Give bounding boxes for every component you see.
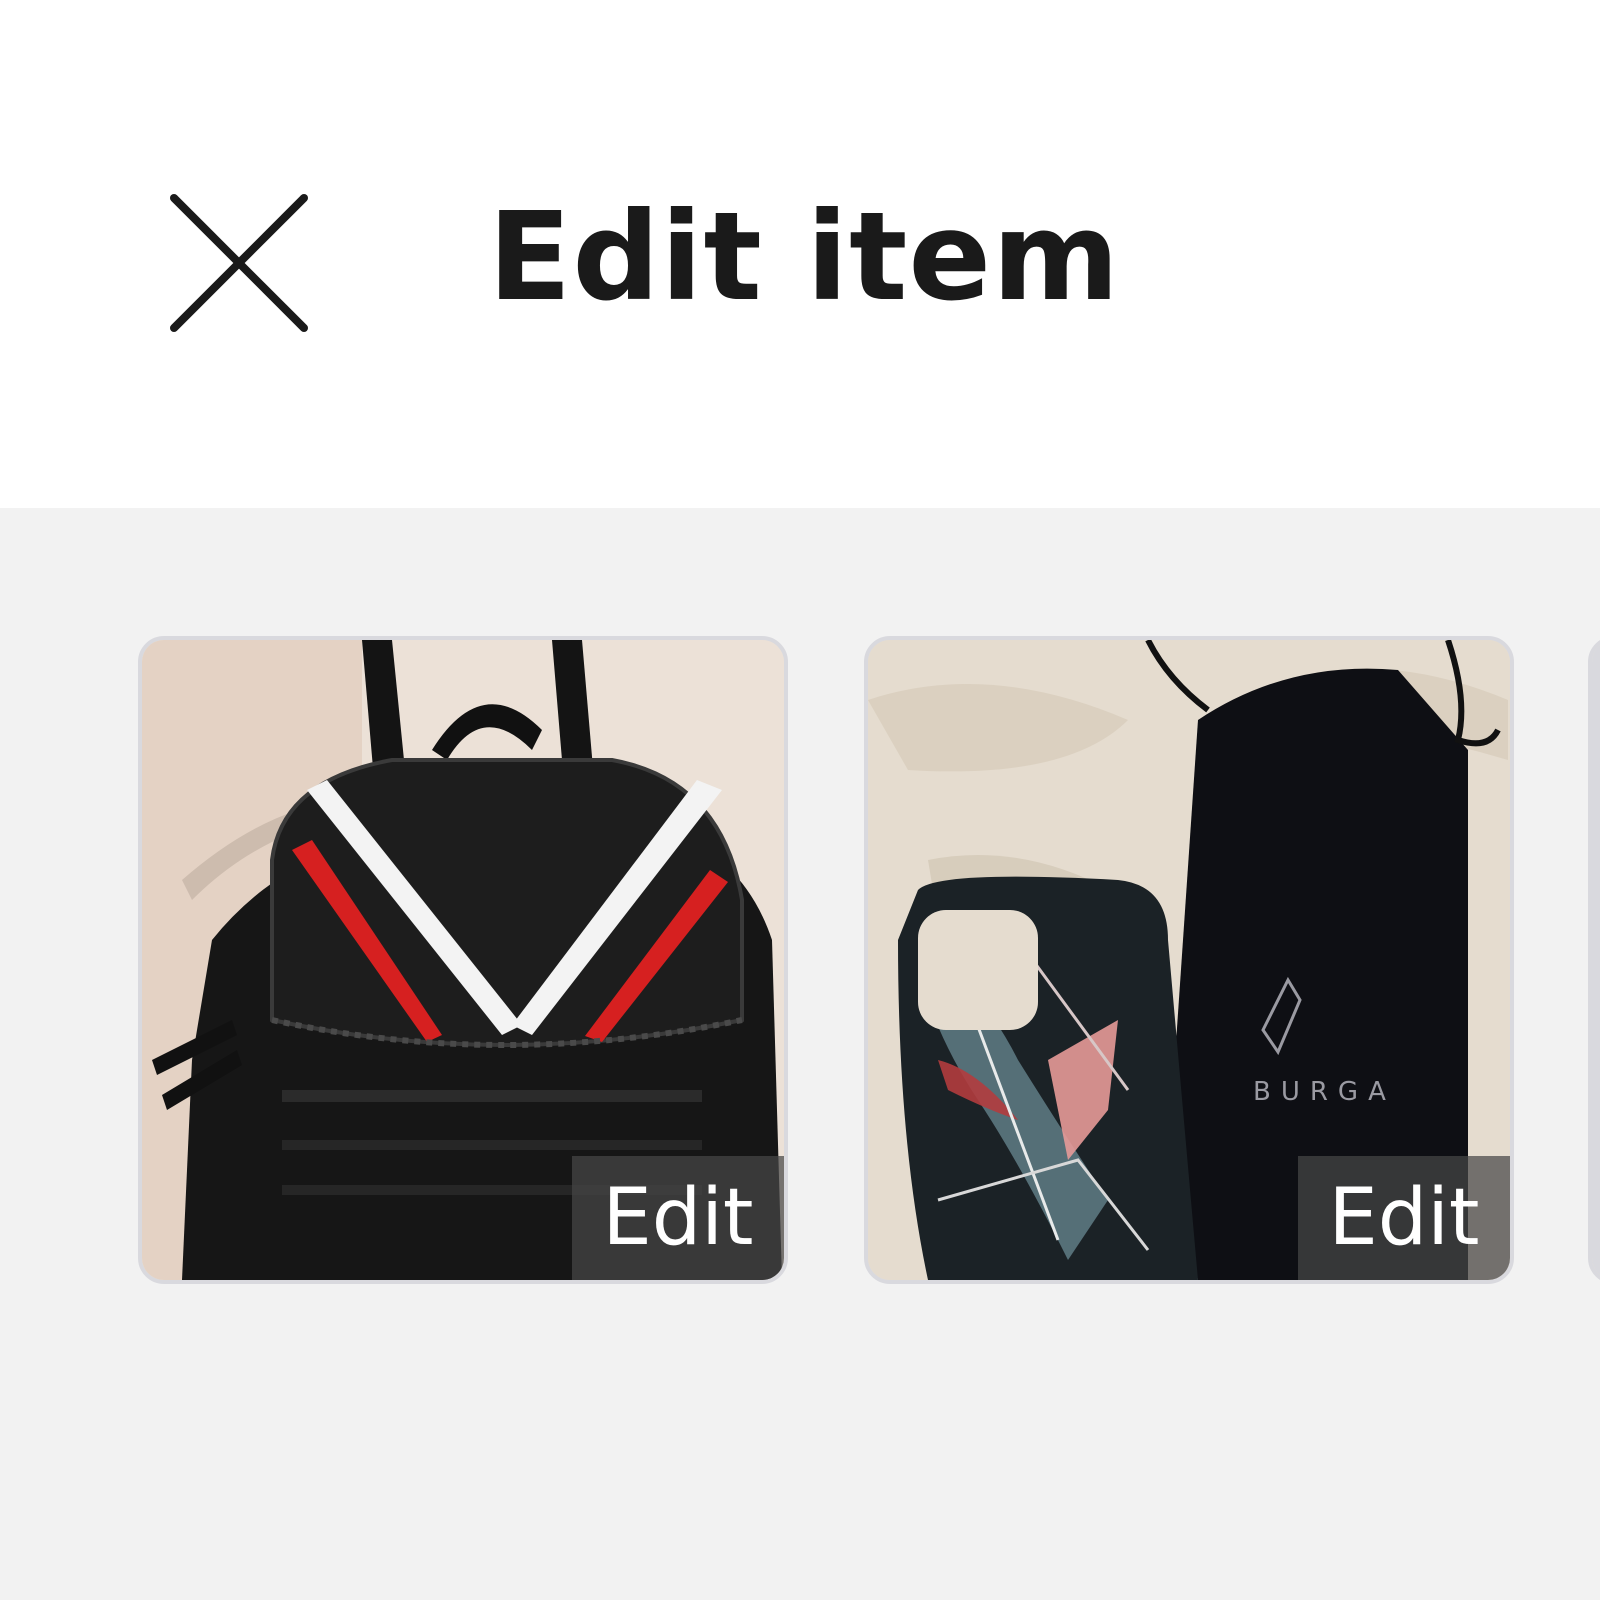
page-title: Edit item <box>488 186 1121 328</box>
photo-thumbnail-backpack[interactable]: Edit <box>138 636 788 1284</box>
edit-photo-button[interactable]: Edit <box>1298 1156 1510 1280</box>
brand-label: BURGA <box>1253 1077 1396 1107</box>
photo-thumbnail-phone-case[interactable]: BURGA Edit <box>864 636 1514 1284</box>
third-photo <box>1592 640 1600 1280</box>
edit-photo-button[interactable]: Edit <box>572 1156 784 1280</box>
top-app-bar: Edit item <box>0 0 1600 508</box>
photo-gallery: Edit BURGA Edit <box>0 508 1600 1600</box>
photo-thumbnail-third[interactable] <box>1588 636 1600 1284</box>
close-button[interactable] <box>168 192 310 334</box>
close-icon <box>170 194 308 332</box>
